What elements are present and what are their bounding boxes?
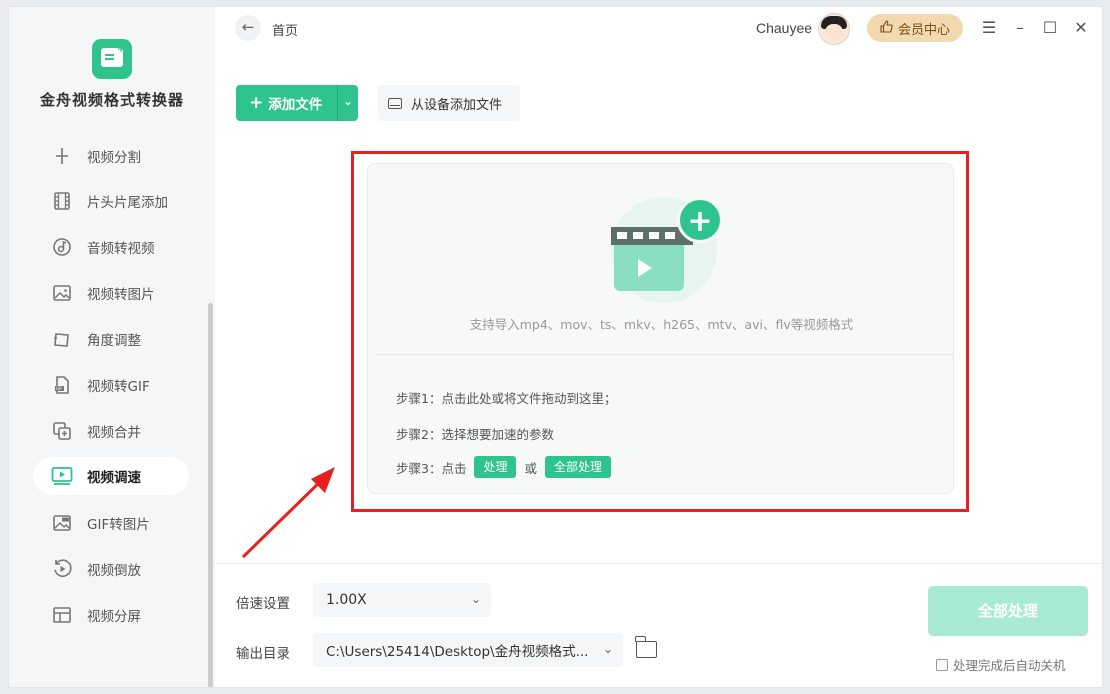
auto-shutdown-option[interactable]: 处理完成后自动关机 (936, 655, 1066, 674)
sidebar-item-video-split[interactable]: 视频分割 (33, 137, 189, 175)
chevron-down-icon: ⌄ (602, 642, 613, 656)
sidebar-item-video-split-screen[interactable]: 视频分屏 (33, 596, 189, 634)
sidebar-item-video-to-image[interactable]: 视频转图片 (33, 274, 189, 312)
gif-image-icon (51, 512, 73, 534)
sidebar-item-label: 视频调速 (87, 470, 141, 486)
sidebar-item-audio-to-video[interactable]: 音频转视频 (33, 228, 189, 266)
folder-icon[interactable] (635, 636, 657, 658)
maximize-icon[interactable]: ☐ (1041, 19, 1059, 37)
sidebar-item-label: 片头片尾添加 (87, 195, 168, 211)
sidebar-item-label: 音频转视频 (87, 241, 155, 257)
speed-select-value: 1.00X (326, 592, 367, 608)
member-center-label: 会员中心 (897, 22, 950, 38)
minimize-icon[interactable]: – (1011, 19, 1029, 37)
merge-icon (51, 420, 73, 442)
auto-shutdown-label: 处理完成后自动关机 (953, 658, 1066, 673)
output-dir-value: C:\Users\25414\Desktop\金舟视频格式... (326, 644, 589, 660)
menu-icon[interactable]: ☰ (980, 19, 998, 37)
app-window: + 金舟视频格式转换器 视频分割 片头片尾添加 音频转视频 视频转图片 角度调整… (8, 6, 1103, 688)
add-from-device-label: 从设备添加文件 (411, 97, 503, 113)
plus-icon: + (249, 93, 264, 113)
image-icon (51, 282, 73, 304)
split-icon (51, 145, 73, 167)
sidebar-item-angle-adjust[interactable]: 角度调整 (33, 320, 189, 358)
sidebar-item-video-reverse[interactable]: 视频倒放 (33, 550, 189, 588)
sidebar-item-label: 视频转GIF (87, 379, 150, 395)
sidebar-nav: 视频分割 片头片尾添加 音频转视频 视频转图片 角度调整 GIF 视频转GIF … (9, 135, 215, 687)
process-all-button[interactable]: 全部处理 (928, 586, 1088, 636)
output-dir-select[interactable]: C:\Users\25414\Desktop\金舟视频格式... ⌄ (313, 633, 623, 667)
reverse-play-icon (51, 558, 73, 580)
svg-text:GIF: GIF (56, 386, 63, 391)
member-center-button[interactable]: 会员中心 (867, 14, 963, 42)
sidebar-item-label: 视频倒放 (87, 563, 141, 579)
output-dir-label: 输出目录 (236, 646, 290, 662)
highlight-box (351, 151, 969, 512)
rotate-frame-icon (51, 328, 73, 350)
sidebar-item-label: 视频合并 (87, 425, 141, 441)
app-title: 金舟视频格式转换器 (39, 91, 184, 109)
chevron-down-icon[interactable]: ⌄ (340, 94, 356, 108)
chevron-down-icon: ⌄ (470, 592, 481, 606)
sidebar-scrollbar[interactable] (208, 303, 213, 687)
back-button[interactable]: ← (235, 15, 261, 41)
sidebar-item-intro-outro[interactable]: 片头片尾添加 (33, 182, 189, 220)
thumbs-up-icon (880, 20, 893, 36)
avatar[interactable] (818, 13, 850, 45)
top-bar: ← 首页 Chauyee 会员中心 ☰ – ☐ ✕ (215, 7, 1102, 51)
sidebar-item-video-merge[interactable]: 视频合并 (33, 412, 189, 450)
close-icon[interactable]: ✕ (1072, 19, 1090, 37)
sidebar-item-video-to-gif[interactable]: GIF 视频转GIF (33, 366, 189, 404)
gif-file-icon: GIF (51, 374, 73, 396)
add-from-device-button[interactable]: 从设备添加文件 (378, 85, 520, 121)
red-arrow-annotation (241, 467, 335, 559)
speed-setting-label: 倍速设置 (236, 596, 290, 612)
arrow-left-icon: ← (241, 18, 255, 36)
sidebar-item-label: 角度调整 (87, 333, 141, 349)
speed-select[interactable]: 1.00X ⌄ (313, 583, 491, 617)
split-screen-icon (51, 604, 73, 626)
sidebar: + 金舟视频格式转换器 视频分割 片头片尾添加 音频转视频 视频转图片 角度调整… (9, 7, 215, 687)
sidebar-item-label: 视频分割 (87, 150, 141, 166)
breadcrumb[interactable]: 首页 (272, 20, 298, 39)
sidebar-item-label: 视频分屏 (87, 609, 141, 625)
username[interactable]: Chauyee (756, 20, 812, 36)
sidebar-item-label: 视频转图片 (87, 287, 155, 303)
film-icon (51, 190, 73, 212)
add-file-label: 添加文件 (268, 97, 323, 113)
drive-icon (388, 97, 402, 109)
auto-shutdown-checkbox[interactable] (936, 658, 948, 671)
app-logo-icon: + (92, 39, 132, 79)
sidebar-item-gif-to-image[interactable]: GIF转图片 (33, 504, 189, 542)
music-disc-icon (51, 236, 73, 258)
sidebar-item-video-speed[interactable]: 视频调速 (33, 457, 189, 495)
sidebar-item-label: GIF转图片 (87, 517, 150, 533)
add-file-button[interactable]: + 添加文件 ⌄ (236, 85, 358, 121)
speed-screen-icon (51, 465, 73, 487)
